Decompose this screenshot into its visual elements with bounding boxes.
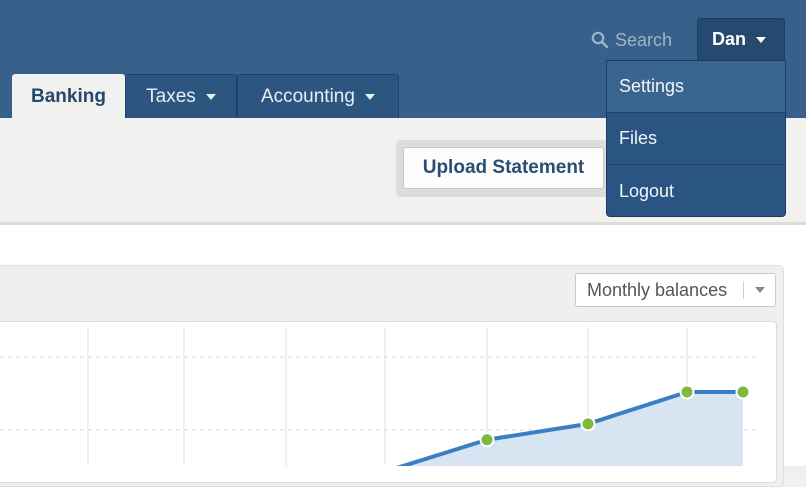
tab-banking[interactable]: Banking — [12, 74, 125, 118]
user-menu-button[interactable]: Dan — [697, 18, 785, 60]
balance-period-select[interactable]: Monthly balances — [575, 273, 776, 307]
tab-accounting[interactable]: Accounting — [236, 74, 399, 118]
tab-label: Banking — [31, 85, 106, 107]
tab-taxes[interactable]: Taxes — [124, 74, 237, 118]
tab-label: Accounting — [260, 85, 355, 107]
main-tabs: Banking Taxes Accounting — [0, 74, 399, 118]
select-arrow — [744, 287, 775, 293]
tab-label: Taxes — [146, 85, 196, 107]
chevron-down-icon — [364, 93, 375, 100]
user-name: Dan — [712, 29, 747, 49]
balance-point — [580, 416, 596, 432]
menu-item-logout[interactable]: Logout — [607, 165, 785, 217]
balance-point — [479, 432, 495, 448]
select-value: Monthly balances — [587, 279, 728, 300]
menu-item-settings[interactable]: Settings — [607, 61, 785, 113]
balance-chart — [0, 327, 755, 466]
balance-point — [735, 384, 751, 400]
menu-item-files[interactable]: Files — [607, 113, 785, 165]
upload-statement-button[interactable]: Upload Statement — [403, 147, 604, 189]
search-label: Search — [615, 29, 673, 50]
chevron-down-icon — [754, 287, 765, 293]
search-link[interactable]: Search — [591, 28, 672, 52]
search-icon — [591, 31, 609, 49]
upload-button-group: Upload Statement — [396, 140, 612, 197]
user-dropdown-menu: Settings Files Logout — [606, 60, 786, 217]
balance-point — [679, 384, 695, 400]
chevron-down-icon — [756, 36, 767, 43]
chevron-down-icon — [205, 93, 216, 100]
